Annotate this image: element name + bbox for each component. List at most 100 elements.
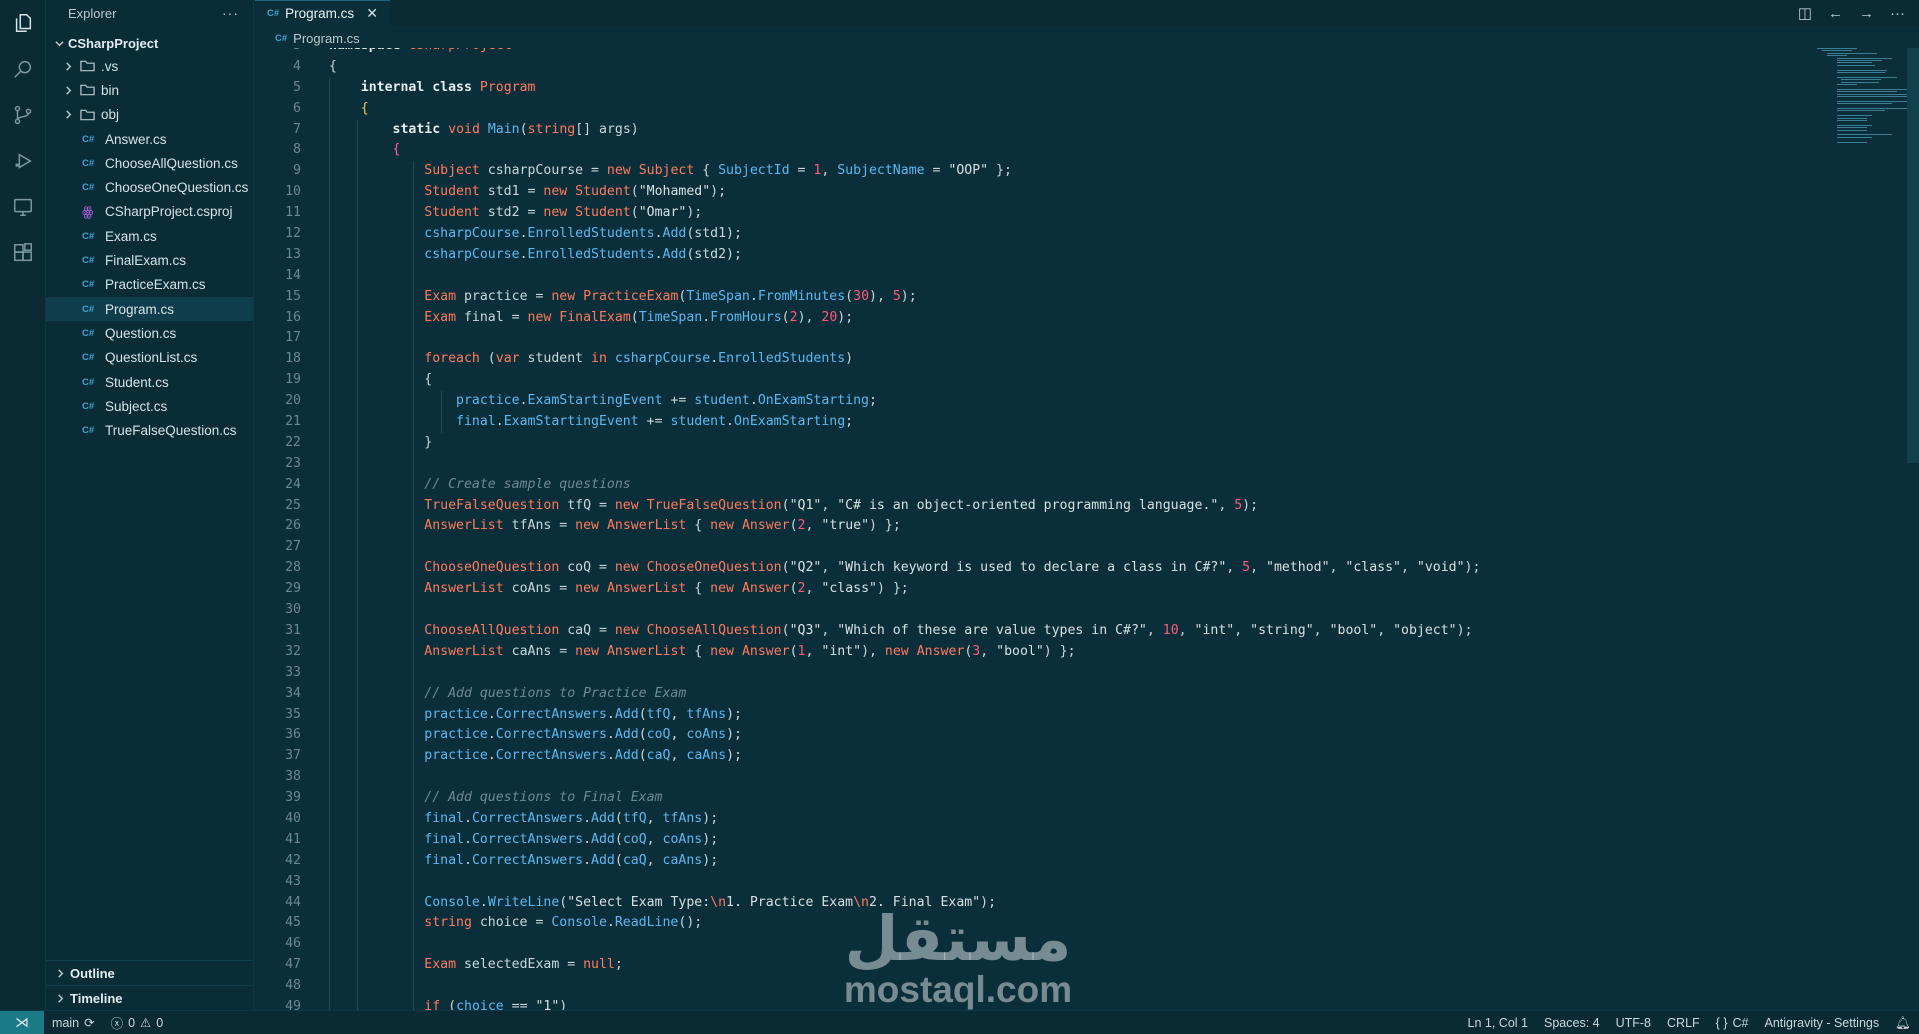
code-text: practice.CorrectAnswers.Add(coQ, coAns);	[424, 727, 742, 743]
line-number: 42	[285, 852, 301, 868]
line-number: 18	[285, 351, 301, 367]
file-item[interactable]: C# FinalExam.cs	[46, 248, 253, 272]
language-mode[interactable]: { } C#	[1708, 1016, 1757, 1030]
code-line: 27	[255, 537, 1795, 559]
line-number: 16	[285, 309, 301, 325]
folder-bin[interactable]: bin	[46, 78, 253, 102]
file-tree: .vs bin obj C# Answer.cs C# ChooseAllQuesti…	[46, 54, 253, 443]
code-text: final.CorrectAnswers.Add(tfQ, tfAns);	[424, 810, 719, 826]
arrow-left-icon[interactable]: ←	[1828, 5, 1843, 22]
minimap-line	[1837, 110, 1885, 112]
file-label: QuestionList.cs	[105, 350, 198, 366]
file-item[interactable]: C# ChooseOneQuestion.cs	[46, 175, 253, 199]
source-control-icon[interactable]	[0, 92, 46, 138]
file-item[interactable]: C# ChooseAllQuestion.cs	[46, 151, 253, 175]
code-text: // Add questions to Final Exam	[424, 790, 663, 806]
remote-button[interactable]: ⋊	[0, 1010, 44, 1034]
tab-program-cs[interactable]: C# Program.cs ✕	[255, 0, 390, 26]
sync-icon[interactable]: ⟳	[84, 1015, 94, 1030]
file-item[interactable]: C# Exam.cs	[46, 224, 253, 248]
breadcrumb-file[interactable]: Program.cs	[293, 31, 359, 46]
file-label: ChooseAllQuestion.cs	[105, 155, 238, 171]
csharp-icon: C#	[267, 8, 280, 19]
file-item[interactable]: C# TrueFalseQuestion.cs	[46, 418, 253, 442]
folder-obj[interactable]: obj	[46, 103, 253, 127]
code-editor[interactable]: 3namespace CSharpProject4{5 internal cla…	[255, 48, 1795, 1010]
outline-panel[interactable]: Outline	[46, 960, 253, 985]
minimap-line	[1837, 72, 1885, 73]
code-line: 12 csharpCourse.EnrolledStudents.Add(std…	[255, 224, 1795, 245]
problems-indicator[interactable]: ⓧ 0 ⚠ 0	[103, 1013, 172, 1032]
code-line: 13 csharpCourse.EnrolledStudents.Add(std…	[255, 244, 1795, 266]
end-of-line[interactable]: CRLF	[1659, 1016, 1708, 1030]
code-line: 19 {	[255, 370, 1795, 392]
split-editor-icon[interactable]: ◫	[1798, 4, 1812, 22]
line-number: 8	[293, 142, 301, 158]
indentation[interactable]: Spaces: 4	[1536, 1016, 1608, 1030]
file-item[interactable]: C# Question.cs	[46, 321, 253, 345]
code-line: 43	[255, 871, 1795, 893]
line-number: 31	[285, 622, 301, 638]
code-text: ChooseOneQuestion coQ = new ChooseOneQue…	[424, 560, 1481, 576]
code-text: practice.CorrectAnswers.Add(caQ, caAns);	[424, 748, 742, 764]
code-line: 11 Student std2 = new Student("Omar");	[255, 203, 1795, 225]
project-root[interactable]: CSharpProject	[46, 32, 253, 54]
line-number: 14	[285, 267, 301, 283]
branch-indicator[interactable]: main ⟳	[44, 1015, 103, 1031]
status-bar: ⋊ main ⟳ ⓧ 0 ⚠ 0 Ln 1, Col 1 Spaces: 4 U…	[0, 1010, 1919, 1034]
minimap-line	[1837, 129, 1867, 131]
timeline-panel[interactable]: Timeline	[46, 985, 253, 1010]
file-item[interactable]: C# PracticeExam.cs	[46, 273, 253, 297]
settings-status[interactable]: Antigravity - Settings	[1756, 1016, 1887, 1030]
minimap[interactable]	[1805, 48, 1917, 188]
remote-icon: ⋊	[15, 1014, 29, 1030]
line-number: 37	[285, 748, 301, 764]
file-item[interactable]: ꙮ CSharpProject.csproj	[46, 200, 253, 224]
folder-vs[interactable]: .vs	[46, 54, 253, 78]
notifications-bell-icon[interactable]: 🔔︎	[1887, 1016, 1919, 1031]
line-number: 11	[285, 205, 301, 221]
file-item[interactable]: C# Program.cs	[46, 296, 253, 322]
minimap-line	[1837, 96, 1917, 97]
code-line: 24 // Create sample questions	[255, 474, 1795, 496]
close-icon[interactable]: ✕	[366, 5, 378, 22]
folder-icon	[76, 109, 98, 121]
extensions-icon[interactable]	[0, 230, 46, 276]
encoding[interactable]: UTF-8	[1608, 1016, 1659, 1030]
file-label: Exam.cs	[105, 228, 157, 244]
csharp-icon: C#	[82, 352, 95, 364]
more-actions-button[interactable]: ···	[222, 5, 239, 21]
code-line: 37 practice.CorrectAnswers.Add(caQ, caAn…	[255, 746, 1795, 768]
csharp-icon: C#	[82, 279, 95, 291]
search-icon[interactable]	[0, 46, 46, 92]
run-debug-icon[interactable]	[0, 138, 46, 184]
tab-label: Program.cs	[285, 6, 355, 21]
code-line: 6 {	[255, 98, 1795, 120]
code-line: 20 practice.ExamStartingEvent += student…	[255, 391, 1795, 413]
breadcrumb[interactable]: C# Program.cs	[255, 27, 360, 49]
file-item[interactable]: C# Student.cs	[46, 370, 253, 394]
explorer-title: Explorer	[68, 5, 117, 21]
csharp-icon: C#	[82, 425, 95, 437]
more-icon[interactable]: ···	[1890, 5, 1905, 22]
minimap-line	[1837, 57, 1892, 59]
folder-label: bin	[101, 82, 120, 98]
line-number: 34	[285, 685, 301, 701]
cursor-position[interactable]: Ln 1, Col 1	[1460, 1016, 1536, 1030]
code-line: 48	[255, 976, 1795, 997]
explorer-icon[interactable]	[0, 0, 46, 46]
folder-label: .vs	[101, 58, 119, 74]
project-file-icon: ꙮ	[82, 203, 94, 219]
minimap-line	[1837, 88, 1907, 90]
arrow-right-icon[interactable]: →	[1859, 5, 1874, 22]
file-item[interactable]: C# QuestionList.cs	[46, 346, 253, 370]
csharp-icon: C#	[82, 230, 95, 242]
remote-explorer-icon[interactable]	[0, 184, 46, 230]
file-item[interactable]: C# Answer.cs	[46, 127, 253, 151]
minimap-line	[1837, 103, 1892, 105]
code-line: 39 // Add questions to Final Exam	[255, 788, 1795, 809]
language-label: C#	[1732, 1016, 1749, 1030]
file-item[interactable]: C# Subject.cs	[46, 394, 253, 418]
code-line: 30	[255, 600, 1795, 621]
vertical-scrollbar[interactable]	[1907, 48, 1919, 463]
